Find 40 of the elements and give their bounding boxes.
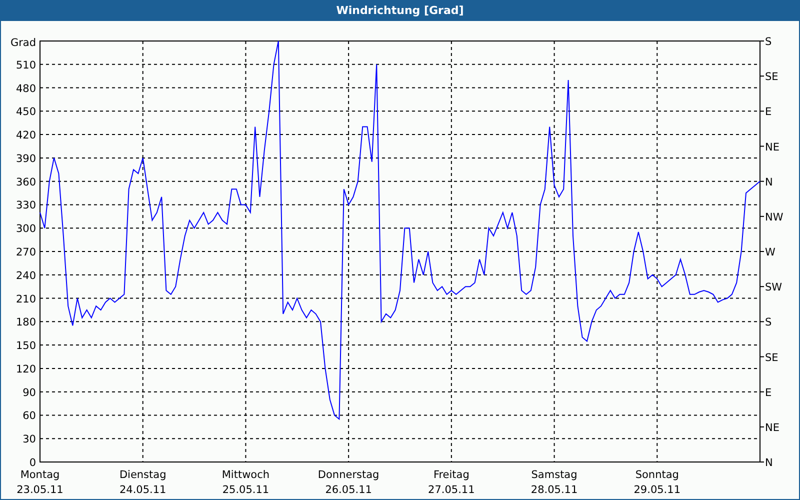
y-tick-label: 30 (22, 434, 36, 446)
compass-tick-label: S (765, 316, 772, 329)
y-tick-label: 300 (16, 223, 36, 236)
compass-tick-label: SE (765, 71, 778, 84)
y-tick-label: 390 (16, 152, 36, 165)
compass-tick-label: SE (765, 352, 778, 364)
x-tick-label: Freitag 27.05.11 (428, 469, 475, 496)
y-tick-label: 360 (16, 176, 36, 188)
y-tick-label: 120 (16, 363, 36, 376)
y-axis-label: Grad (10, 37, 36, 49)
y-tick-label: 510 (16, 59, 36, 72)
compass-tick-label: NE (765, 141, 780, 154)
y-tick-label: 270 (16, 246, 36, 258)
y-tick-label: 330 (16, 200, 36, 212)
compass-tick-label: S (765, 36, 772, 48)
compass-tick-label: E (765, 386, 772, 399)
x-tick-label: Sonntag 29.05.11 (634, 469, 681, 496)
y-tick-label: 60 (22, 410, 36, 422)
y-tick-label: 150 (16, 340, 36, 352)
y-tick-label: 90 (22, 386, 36, 399)
y-tick-label: 240 (16, 270, 36, 282)
x-tick-label: Montag 23.05.11 (16, 469, 64, 496)
compass-tick-label: N (765, 176, 773, 188)
compass-tick-label: SW (765, 282, 782, 294)
compass-tick-label: NE (765, 422, 780, 434)
x-tick-label: Samstag 28.05.11 (530, 469, 578, 496)
y-tick-label: 210 (16, 293, 36, 306)
compass-tick-label: NW (765, 211, 784, 224)
x-tick-label: Donnerstag 26.05.11 (318, 469, 380, 496)
y-tick-label: 450 (16, 106, 36, 118)
x-tick-label: Mittwoch 25.05.11 (222, 469, 270, 496)
window-title: Windrichtung [Grad] (336, 4, 464, 17)
x-tick-label: Dienstag 24.05.11 (119, 469, 166, 496)
y-tick-label: 420 (16, 130, 36, 142)
compass-tick-label: E (765, 106, 772, 118)
y-tick-label: 180 (16, 316, 36, 329)
y-tick-label: 0 (29, 457, 36, 469)
y-tick-label: 480 (16, 82, 36, 95)
compass-tick-label: N (765, 457, 773, 469)
compass-tick-label: W (765, 246, 776, 258)
